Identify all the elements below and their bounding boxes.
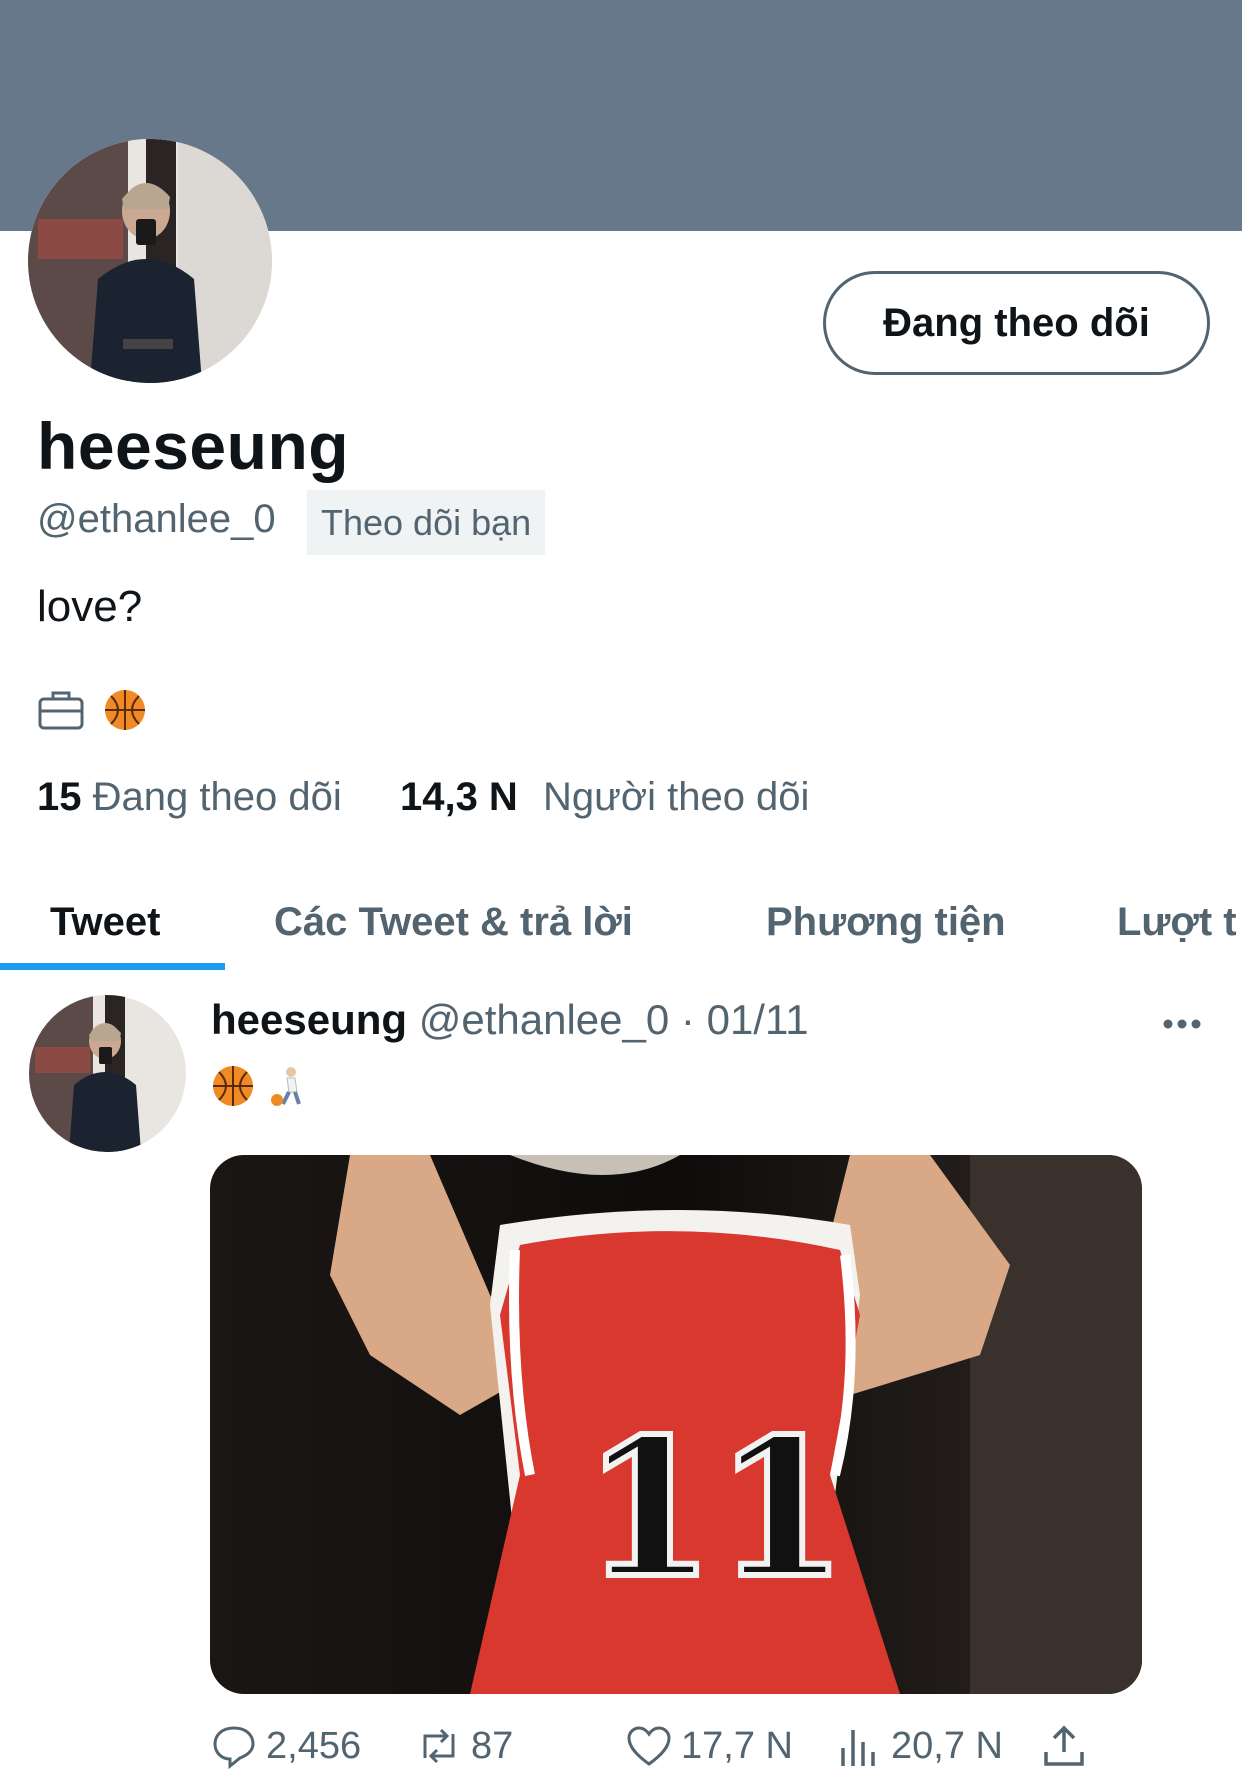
following-count: 15 — [37, 775, 82, 819]
heart-icon — [627, 1726, 671, 1766]
basketball-emoji — [213, 1066, 253, 1106]
view-count: 20,7 N — [891, 1724, 1003, 1767]
retweet-count: 87 — [471, 1724, 514, 1767]
reply-button[interactable]: 2,456 — [210, 1718, 361, 1774]
tweet-avatar[interactable] — [29, 995, 186, 1152]
followers-count: 14,3 N — [399, 775, 518, 819]
tab-tweets-and-replies[interactable]: Các Tweet & trả lời — [274, 870, 633, 974]
followers-label: Người theo dõi — [542, 775, 810, 819]
briefcase-icon — [38, 691, 84, 730]
basketball-emoji — [105, 690, 145, 730]
tab-media[interactable]: Phương tiện — [766, 870, 1006, 974]
like-button[interactable]: 17,7 N — [625, 1718, 793, 1774]
views-button[interactable]: 20,7 N — [835, 1718, 1003, 1774]
like-count: 17,7 N — [681, 1724, 793, 1767]
tweet-author-handle[interactable]: @ethanlee_0 — [419, 996, 670, 1043]
retweet-icon — [423, 1728, 455, 1764]
following-stat[interactable]: 15 Đang theo dõi — [37, 775, 342, 819]
tweet-author-name[interactable]: heeseung — [211, 996, 407, 1043]
jersey-number: 11 — [583, 1397, 847, 1620]
active-tab-indicator — [0, 963, 225, 970]
profile-stats: 15 Đang theo dõi 14,3 N Người theo dõi — [37, 775, 809, 820]
more-options-icon[interactable] — [1156, 1004, 1208, 1044]
views-icon — [841, 1730, 875, 1766]
share-icon — [1044, 1725, 1084, 1766]
profile-bio: love? — [37, 582, 143, 631]
tweet-text — [211, 1064, 309, 1108]
share-button[interactable] — [1040, 1718, 1088, 1774]
retweet-button[interactable]: 87 — [415, 1718, 513, 1774]
profile-handle: @ethanlee_0 — [37, 497, 276, 541]
tweet-header: heeseung @ethanlee_0 · 01/11 — [211, 996, 809, 1044]
tweet-date[interactable]: 01/11 — [707, 996, 809, 1043]
profile-avatar[interactable] — [28, 139, 272, 383]
reply-icon — [213, 1726, 255, 1770]
jersey-photo: 11 — [210, 1155, 1142, 1694]
tab-likes[interactable]: Lượt t — [1117, 870, 1237, 974]
profile-meta-row — [37, 682, 147, 738]
tweet-separator: · — [680, 996, 695, 1043]
person-bouncing-ball-emoji — [271, 1067, 301, 1106]
tab-tweet[interactable]: Tweet — [50, 870, 160, 974]
profile-avatar-image — [28, 139, 272, 383]
tweet-media-image[interactable]: 11 — [210, 1155, 1142, 1694]
following-button[interactable]: Đang theo dõi — [823, 271, 1210, 375]
reply-count: 2,456 — [266, 1724, 362, 1767]
follows-you-badge: Theo dõi bạn — [307, 490, 546, 555]
profile-name: heeseung — [37, 409, 350, 483]
tweet-avatar-image — [29, 995, 186, 1152]
following-label: Đang theo dõi — [92, 775, 342, 819]
followers-stat[interactable]: 14,3 N Người theo dõi — [400, 775, 809, 819]
profile-tabs: Tweet Các Tweet & trả lời Phương tiện Lư… — [0, 870, 1242, 974]
tweet-actions: 2,456 87 17,7 N 20,7 N — [210, 1718, 1110, 1774]
